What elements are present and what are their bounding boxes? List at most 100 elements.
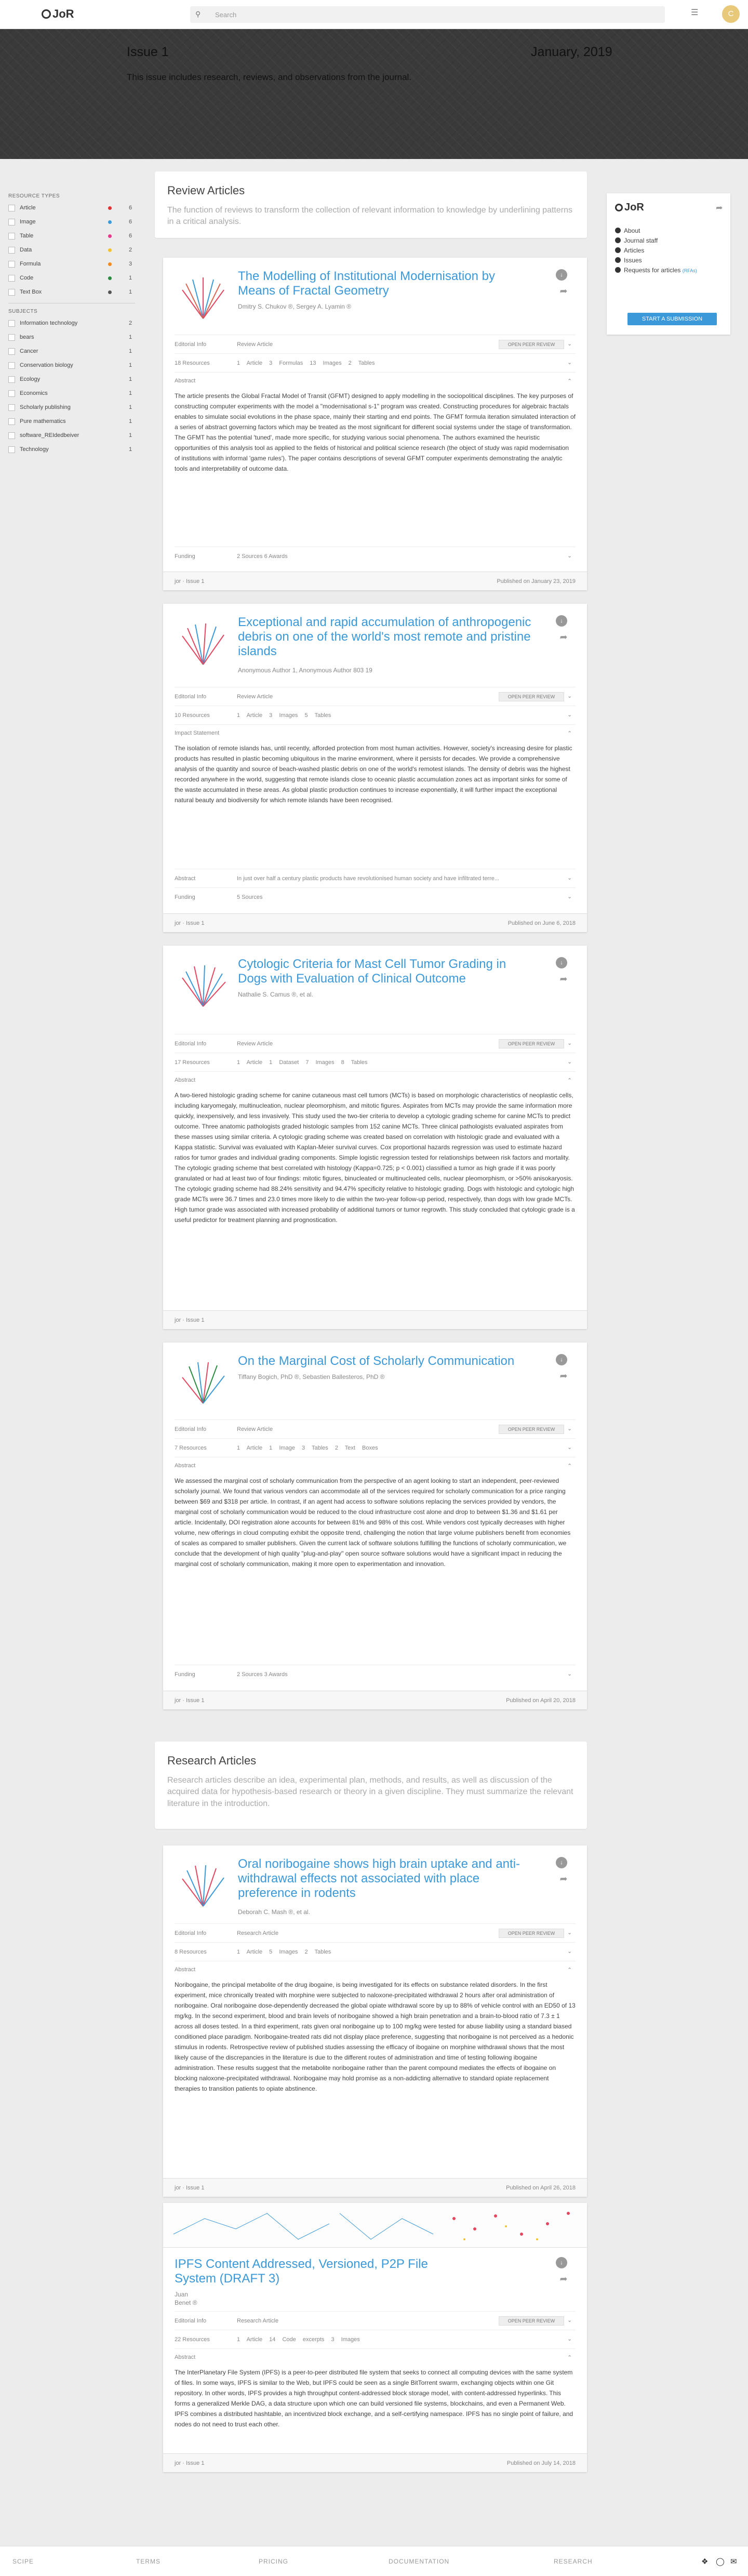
article-authors[interactable]: Nathalie S. Camus ®, et al. (238, 990, 529, 999)
chevron-down-icon[interactable]: ⌄ (567, 1058, 572, 1065)
article-title[interactable]: IPFS Content Addressed, Versioned, P2P F… (175, 2257, 471, 2286)
checkbox[interactable] (8, 219, 15, 225)
chevron-down-icon[interactable]: ⌄ (567, 2317, 572, 2323)
footer-link[interactable]: DOCUMENTATION (389, 2558, 449, 2565)
chevron-down-icon[interactable]: ⌄ (567, 893, 572, 900)
checkbox[interactable] (8, 418, 15, 425)
checkbox[interactable] (8, 432, 15, 439)
subject-filter-item[interactable]: Scholarly publishing 1 (8, 402, 135, 413)
resource-filter-item[interactable]: Formula 3 (8, 258, 135, 270)
open-peer-review-button[interactable]: OPEN PEER REVIEW (499, 1425, 564, 1434)
checkbox[interactable] (8, 362, 15, 369)
subject-filter-item[interactable]: Cancer 1 (8, 346, 135, 357)
download-icon[interactable]: ↓ (556, 615, 567, 627)
download-icon[interactable]: ↓ (556, 1857, 567, 1868)
subject-filter-item[interactable]: bears 1 (8, 331, 135, 343)
checkbox[interactable] (8, 233, 15, 240)
checkbox[interactable] (8, 390, 15, 397)
checkbox[interactable] (8, 404, 15, 411)
article-title[interactable]: Exceptional and rapid accumulation of an… (238, 615, 534, 659)
subject-filter-item[interactable]: software_REIdedbeiver 1 (8, 430, 135, 441)
chevron-down-icon[interactable]: ⌄ (567, 340, 572, 347)
share-icon[interactable]: ➦ (556, 632, 571, 643)
start-submission-button[interactable]: START A SUBMISSION (627, 313, 717, 325)
panel-link-articles[interactable]: Articles (615, 247, 722, 257)
resource-filter-item[interactable]: Code 1 (8, 272, 135, 284)
panel-link-issues[interactable]: Issues (615, 257, 722, 267)
abstract-heading[interactable]: Abstract ⌃ (175, 372, 576, 388)
article-title[interactable]: Oral noribogaine shows high brain uptake… (238, 1857, 534, 1901)
chevron-down-icon[interactable]: ⌄ (567, 359, 572, 366)
chevron-down-icon[interactable]: ⌄ (567, 2335, 572, 2342)
resource-filter-item[interactable]: Data 2 (8, 244, 135, 256)
checkbox[interactable] (8, 348, 15, 355)
footer-link[interactable]: PRICING (259, 2558, 288, 2565)
resource-filter-item[interactable]: Image 6 (8, 216, 135, 228)
chevron-down-icon[interactable]: ⌄ (567, 1929, 572, 1936)
article-authors[interactable]: Deborah C. Mash ®, et al. (238, 1908, 529, 1916)
footer-link[interactable]: RESEARCH (554, 2558, 593, 2565)
share-icon[interactable]: ➦ (556, 286, 571, 297)
chevron-down-icon[interactable]: ⌄ (567, 1948, 572, 1955)
abstract-heading[interactable]: Abstract ⌃ (175, 2348, 576, 2364)
footer-link[interactable]: SCIPE (12, 2558, 34, 2565)
logo[interactable]: JoR (42, 7, 74, 21)
subject-filter-item[interactable]: Ecology 1 (8, 374, 135, 385)
checkbox[interactable] (8, 275, 15, 282)
checkbox[interactable] (8, 376, 15, 383)
abstract-heading[interactable]: Abstract ⌃ (175, 1071, 576, 1087)
share-icon[interactable]: ➦ (556, 1874, 571, 1884)
share-icon[interactable]: ➦ (716, 203, 723, 213)
email-icon[interactable]: ✉ (730, 2557, 737, 2566)
panel-link-about[interactable]: About (615, 227, 722, 237)
download-icon[interactable]: ↓ (556, 1354, 567, 1365)
article-authors[interactable]: Dmitry S. Chukov ®, Sergey A. Lyamin ® (238, 302, 529, 311)
avatar[interactable]: C (722, 5, 740, 23)
article-authors[interactable]: Tiffany Bogich, PhD ®, Sebastien Ballest… (238, 1373, 394, 1381)
subject-filter-item[interactable]: Conservation biology 1 (8, 360, 135, 371)
open-peer-review-button[interactable]: OPEN PEER REVIEW (499, 692, 564, 701)
open-peer-review-button[interactable]: OPEN PEER REVIEW (499, 1929, 564, 1938)
chevron-down-icon[interactable]: ⌄ (567, 874, 572, 881)
share-icon[interactable]: ➦ (556, 1371, 571, 1382)
subject-filter-item[interactable]: Information technology 2 (8, 317, 135, 329)
open-peer-review-button[interactable]: OPEN PEER REVIEW (499, 1039, 564, 1048)
resource-filter-item[interactable]: Article 6 (8, 202, 135, 214)
abstract-heading[interactable]: Abstract ⌃ (175, 1457, 576, 1472)
github-icon[interactable]: ◯ (716, 2557, 725, 2566)
share-icon[interactable]: ➦ (556, 2274, 571, 2285)
chevron-down-icon[interactable]: ⌄ (567, 1040, 572, 1046)
subject-filter-item[interactable]: Pure mathematics 1 (8, 416, 135, 427)
checkbox[interactable] (8, 261, 15, 268)
download-icon[interactable]: ↓ (556, 957, 567, 968)
article-title[interactable]: On the Marginal Cost of Scholarly Commun… (238, 1354, 534, 1369)
search-bar[interactable]: ⚲ Search (190, 6, 665, 23)
resource-filter-item[interactable]: Text Box 1 (8, 286, 135, 298)
abstract-heading[interactable]: Abstract ⌃ (175, 1961, 576, 1976)
chevron-down-icon[interactable]: ⌄ (567, 693, 572, 699)
chevron-down-icon[interactable]: ⌄ (567, 1425, 572, 1432)
checkbox[interactable] (8, 247, 15, 254)
subject-filter-item[interactable]: Economics 1 (8, 388, 135, 399)
notifications-icon[interactable]: ☰ (691, 7, 698, 18)
checkbox[interactable] (8, 205, 15, 211)
checkbox[interactable] (8, 289, 15, 296)
chevron-down-icon[interactable]: ⌄ (567, 552, 572, 559)
open-peer-review-button[interactable]: OPEN PEER REVIEW (499, 2316, 564, 2326)
panel-link-staff[interactable]: Journal staff (615, 237, 722, 247)
article-title[interactable]: Cytologic Criteria for Mast Cell Tumor G… (238, 957, 534, 986)
checkbox[interactable] (8, 334, 15, 341)
checkbox[interactable] (8, 446, 15, 453)
footer-link[interactable]: TERMS (136, 2558, 161, 2565)
resource-filter-item[interactable]: Table 6 (8, 230, 135, 242)
impact-heading[interactable]: Impact Statement ⌃ (175, 724, 576, 740)
article-title[interactable]: The Modelling of Institutional Modernisa… (238, 269, 534, 298)
chevron-down-icon[interactable]: ⌄ (567, 1670, 572, 1677)
article-authors[interactable]: Juan Benet ® (175, 2290, 206, 2307)
twitter-icon[interactable]: ❖ (701, 2557, 708, 2566)
download-icon[interactable]: ↓ (556, 269, 567, 281)
chevron-down-icon[interactable]: ⌄ (567, 711, 572, 718)
checkbox[interactable] (8, 320, 15, 327)
panel-link-rfas[interactable]: Requests for articles (RFAs) (615, 267, 722, 276)
open-peer-review-button[interactable]: OPEN PEER REVIEW (499, 340, 564, 349)
